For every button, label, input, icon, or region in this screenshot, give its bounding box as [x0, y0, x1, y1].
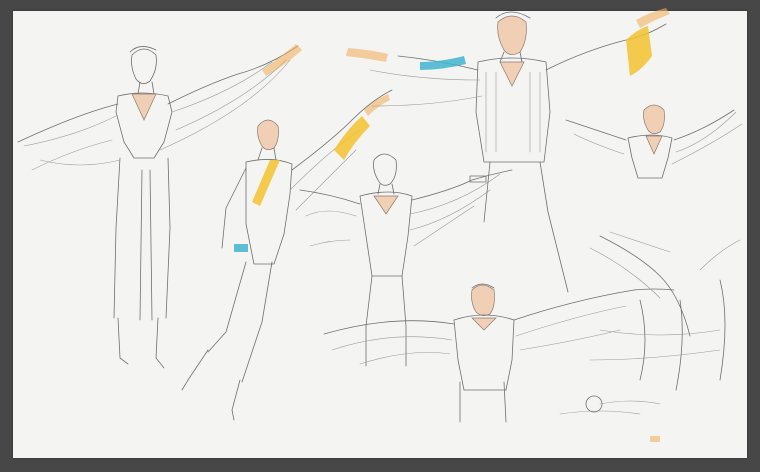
figure-3-center [299, 153, 513, 367]
dark-mat-border [0, 0, 760, 472]
figure-5-right [565, 104, 743, 179]
figure-2-leaping [181, 89, 393, 421]
sketch-drawing [17, 8, 743, 442]
wing-sketches-bottom-right [559, 231, 741, 442]
figure-1-standing [17, 44, 302, 369]
figure-4-top [346, 8, 670, 293]
